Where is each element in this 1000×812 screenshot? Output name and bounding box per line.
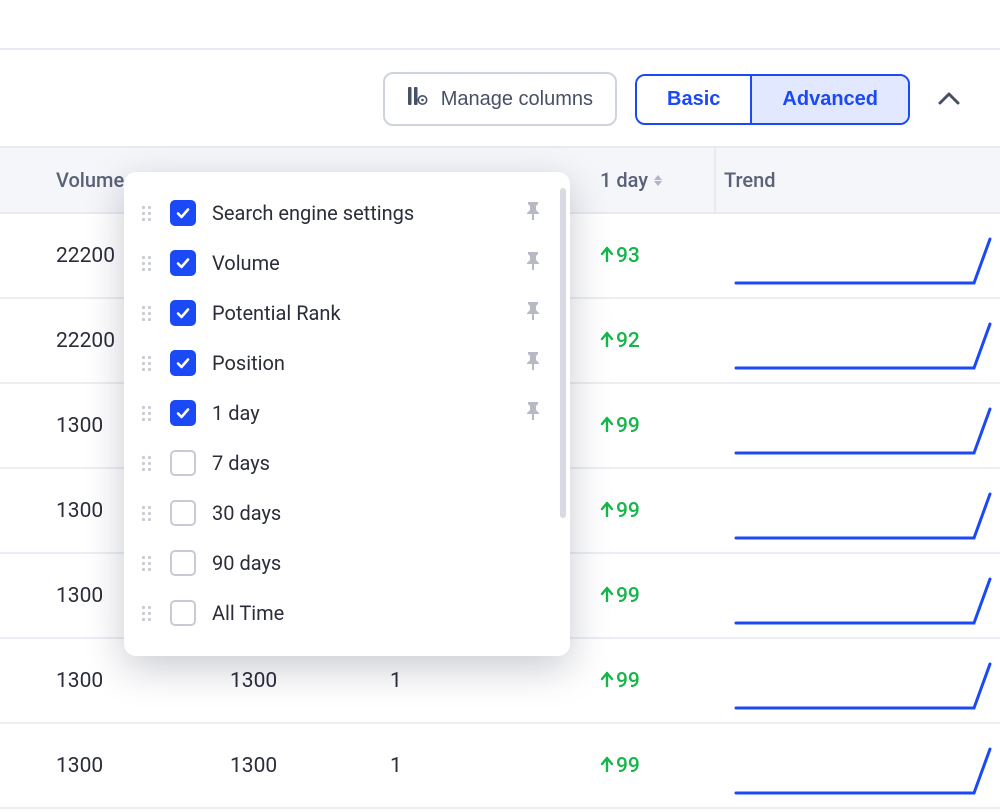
drag-handle-icon[interactable]	[142, 256, 154, 271]
cell-trend	[716, 214, 1000, 297]
arrow-up-icon	[600, 244, 614, 268]
cell-position: 1	[390, 754, 576, 778]
drag-handle-icon[interactable]	[142, 306, 154, 321]
cell-1day: 99	[576, 499, 716, 523]
column-option-label: 1 day	[212, 401, 508, 425]
column-option[interactable]: 90 days	[124, 538, 570, 588]
sparkline	[734, 743, 994, 803]
collapse-button[interactable]	[928, 78, 970, 120]
drag-handle-icon[interactable]	[142, 356, 154, 371]
drag-handle-icon[interactable]	[142, 506, 154, 521]
chevron-up-icon	[938, 92, 960, 106]
checkbox[interactable]	[170, 600, 196, 626]
arrow-up-icon	[600, 499, 614, 523]
cell-1day: 92	[576, 329, 716, 353]
sparkline	[734, 403, 994, 463]
arrow-up-icon	[600, 584, 614, 608]
checkbox[interactable]	[170, 250, 196, 276]
pin-icon[interactable]	[524, 401, 542, 426]
view-mode-toggle: Basic Advanced	[635, 74, 910, 125]
cell-1day: 99	[576, 584, 716, 608]
cell-potential-rank: 1300	[230, 754, 390, 778]
sparkline	[734, 573, 994, 633]
arrow-up-icon	[600, 669, 614, 693]
checkbox[interactable]	[170, 400, 196, 426]
drag-handle-icon[interactable]	[142, 456, 154, 471]
advanced-tab[interactable]: Advanced	[750, 76, 908, 123]
sparkline	[734, 658, 994, 718]
column-option[interactable]: All Time	[124, 588, 570, 638]
sparkline	[734, 233, 994, 293]
cell-1day: 99	[576, 669, 716, 693]
column-option-label: Search engine settings	[212, 201, 508, 225]
pin-icon[interactable]	[524, 251, 542, 276]
pin-icon[interactable]	[524, 201, 542, 226]
col-header-trend[interactable]: Trend	[716, 148, 1000, 212]
column-option[interactable]: 7 days	[124, 438, 570, 488]
checkbox[interactable]	[170, 550, 196, 576]
cell-trend	[716, 724, 1000, 807]
drag-handle-icon[interactable]	[142, 606, 154, 621]
sparkline	[734, 318, 994, 378]
manage-columns-button[interactable]: Manage columns	[383, 72, 617, 126]
checkbox[interactable]	[170, 300, 196, 326]
drag-handle-icon[interactable]	[142, 406, 154, 421]
basic-tab[interactable]: Basic	[637, 76, 750, 123]
cell-1day: 99	[576, 754, 716, 778]
cell-trend	[716, 299, 1000, 382]
column-option[interactable]: Search engine settings	[124, 188, 570, 238]
column-option[interactable]: Volume	[124, 238, 570, 288]
arrow-up-icon	[600, 329, 614, 353]
column-option[interactable]: Potential Rank	[124, 288, 570, 338]
column-option[interactable]: 1 day	[124, 388, 570, 438]
cell-trend	[716, 639, 1000, 722]
cell-trend	[716, 554, 1000, 637]
arrow-up-icon	[600, 754, 614, 778]
checkbox[interactable]	[170, 450, 196, 476]
column-option-label: 7 days	[212, 451, 542, 475]
arrow-up-icon	[600, 414, 614, 438]
sort-icon	[654, 175, 662, 186]
manage-columns-label: Manage columns	[441, 88, 593, 111]
sparkline	[734, 488, 994, 548]
cell-volume: 1300	[0, 754, 230, 778]
cell-trend	[716, 469, 1000, 552]
column-option[interactable]: Position	[124, 338, 570, 388]
drag-handle-icon[interactable]	[142, 556, 154, 571]
column-option-label: 90 days	[212, 551, 542, 575]
column-option-label: All Time	[212, 601, 542, 625]
drag-handle-icon[interactable]	[142, 206, 154, 221]
checkbox[interactable]	[170, 350, 196, 376]
cell-trend	[716, 384, 1000, 467]
columns-icon	[407, 86, 429, 112]
column-option-label: 30 days	[212, 501, 542, 525]
manage-columns-dropdown: Search engine settings Volume Potential Ra…	[124, 172, 570, 656]
table-row: 13001300199	[0, 724, 1000, 809]
column-option-label: Position	[212, 351, 508, 375]
checkbox[interactable]	[170, 200, 196, 226]
col-header-1day[interactable]: 1 day	[576, 148, 716, 212]
column-option-label: Volume	[212, 251, 508, 275]
cell-1day: 93	[576, 244, 716, 268]
cell-1day: 99	[576, 414, 716, 438]
column-option-label: Potential Rank	[212, 301, 508, 325]
cell-volume: 1300	[0, 669, 230, 693]
cell-potential-rank: 1300	[230, 669, 390, 693]
pin-icon[interactable]	[524, 301, 542, 326]
checkbox[interactable]	[170, 500, 196, 526]
pin-icon[interactable]	[524, 351, 542, 376]
cell-position: 1	[390, 669, 576, 693]
column-option[interactable]: 30 days	[124, 488, 570, 538]
dropdown-scrollbar[interactable]	[560, 188, 566, 518]
